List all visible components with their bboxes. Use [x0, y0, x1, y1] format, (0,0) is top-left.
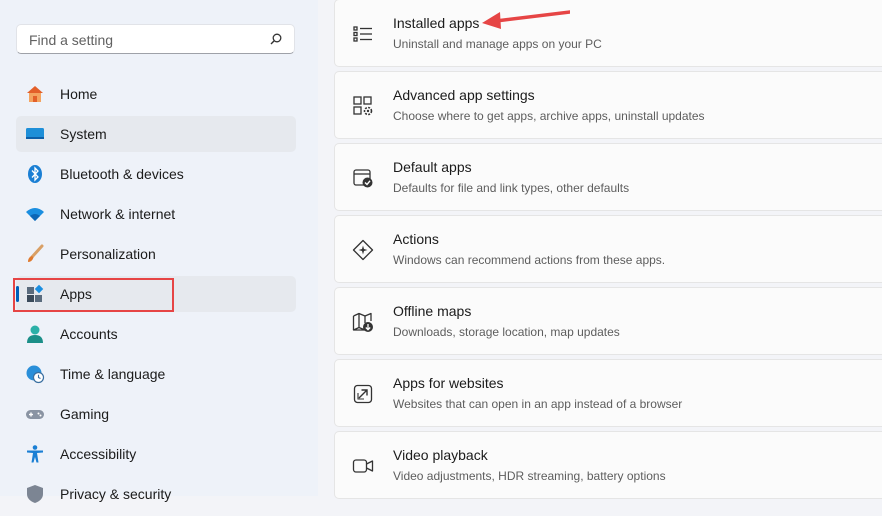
sidebar-item-label: Bluetooth & devices	[60, 166, 184, 182]
red-arrow-annotation	[482, 10, 570, 29]
card-title: Video playback	[393, 447, 488, 463]
search-box[interactable]	[16, 24, 295, 54]
sidebar-item-label: System	[60, 126, 107, 142]
gamepad-icon	[26, 410, 44, 419]
bluetooth-icon	[28, 165, 42, 183]
card-actions[interactable]: Actions Windows can recommend actions fr…	[334, 215, 882, 283]
sidebar-item-label: Personalization	[60, 246, 156, 262]
sidebar-item-gaming[interactable]: Gaming	[16, 396, 296, 432]
default-apps-icon	[353, 169, 373, 188]
sidebar-item-label: Accessibility	[60, 446, 137, 462]
monitor-icon	[26, 128, 44, 139]
card-description: Defaults for file and link types, other …	[393, 181, 630, 195]
sidebar-item-home[interactable]: Home	[16, 76, 296, 112]
card-title: Offline maps	[393, 303, 472, 319]
shield-icon	[27, 485, 43, 503]
card-video-playback[interactable]: Video playback Video adjustments, HDR st…	[334, 431, 882, 499]
apps-highlight-box	[13, 278, 174, 312]
sidebar-item-accessibility[interactable]: Accessibility	[16, 436, 296, 472]
sidebar: Home System Bluetooth & devices Network …	[0, 0, 318, 503]
card-advanced-app-settings[interactable]: Advanced app settings Choose where to ge…	[334, 71, 882, 139]
main-content: Installed apps Uninstall and manage apps…	[334, 0, 882, 499]
sidebar-item-privacy[interactable]: Privacy & security	[16, 476, 296, 512]
sidebar-item-label: Privacy & security	[60, 486, 172, 502]
open-external-icon	[353, 384, 373, 404]
sidebar-item-system[interactable]: System	[16, 116, 296, 152]
card-title: Installed apps	[393, 15, 480, 31]
apps-gear-icon	[353, 96, 373, 116]
sidebar-item-accounts[interactable]: Accounts	[16, 316, 296, 352]
card-title: Apps for websites	[393, 375, 504, 391]
sidebar-item-network[interactable]: Network & internet	[16, 196, 296, 232]
card-title: Actions	[393, 231, 439, 247]
card-apps-for-websites[interactable]: Apps for websites Websites that can open…	[334, 359, 882, 427]
person-icon	[27, 325, 43, 343]
card-description: Video adjustments, HDR streaming, batter…	[393, 469, 666, 483]
home-icon	[27, 86, 43, 102]
card-description: Downloads, storage location, map updates	[393, 325, 620, 339]
sidebar-item-personalization[interactable]: Personalization	[16, 236, 296, 272]
sidebar-item-label: Gaming	[60, 406, 110, 422]
wifi-icon	[26, 208, 44, 221]
accessibility-icon	[27, 445, 43, 463]
card-description: Windows can recommend actions from these…	[393, 253, 666, 267]
globe-clock-icon	[26, 365, 45, 384]
actions-icon	[352, 239, 374, 261]
card-description: Websites that can open in an app instead…	[393, 397, 683, 411]
card-description: Choose where to get apps, archive apps, …	[393, 109, 705, 123]
search-icon[interactable]	[270, 33, 282, 45]
card-title: Advanced app settings	[393, 87, 535, 103]
card-offline-maps[interactable]: Offline maps Downloads, storage location…	[334, 287, 882, 355]
sidebar-item-label: Time & language	[60, 366, 166, 382]
card-default-apps[interactable]: Default apps Defaults for file and link …	[334, 143, 882, 211]
video-icon	[352, 459, 374, 473]
sidebar-item-label: Network & internet	[60, 206, 176, 222]
list-icon	[353, 26, 372, 42]
sidebar-item-label: Accounts	[60, 326, 118, 342]
search-input[interactable]	[27, 30, 266, 50]
card-title: Default apps	[393, 159, 472, 175]
card-description: Uninstall and manage apps on your PC	[393, 37, 602, 51]
map-download-icon	[352, 312, 373, 332]
card-installed-apps[interactable]: Installed apps Uninstall and manage apps…	[334, 0, 882, 67]
sidebar-item-bluetooth[interactable]: Bluetooth & devices	[16, 156, 296, 192]
paintbrush-icon	[28, 244, 44, 262]
sidebar-item-time-language[interactable]: Time & language	[16, 356, 296, 392]
sidebar-item-label: Home	[60, 86, 98, 102]
